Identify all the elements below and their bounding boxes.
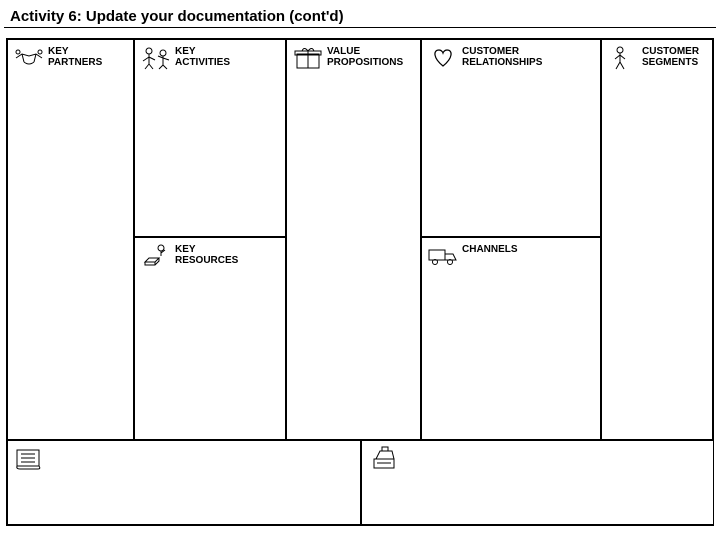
- label-customer-relationships: CUSTOMER RELATIONSHIPS: [462, 46, 596, 68]
- label-key-activities: KEY ACTIVITIES: [175, 46, 281, 68]
- label-key-partners: KEY PARTNERS: [48, 46, 129, 68]
- cell-value-propositions: VALUE PROPOSITIONS: [286, 39, 421, 440]
- title-rule: [4, 27, 716, 28]
- label-key-resources: KEY RESOURCES: [175, 244, 281, 266]
- truck-icon: [426, 242, 460, 268]
- label-customer-segments: CUSTOMER SEGMENTS: [642, 46, 708, 68]
- page-title: Activity 6: Update your documentation (c…: [0, 0, 720, 27]
- resources-icon: [139, 242, 173, 268]
- ledger-icon: [12, 445, 46, 471]
- business-model-canvas: KEY PARTNERS KEY ACTIVITIES KEY RESOURCE…: [6, 38, 714, 526]
- gift-icon: [291, 44, 325, 70]
- cell-customer-relationships: CUSTOMER RELATIONSHIPS: [421, 39, 601, 237]
- handshake-icon: [12, 44, 46, 70]
- cell-key-activities: KEY ACTIVITIES: [134, 39, 286, 237]
- label-channels: CHANNELS: [462, 244, 596, 255]
- cell-revenue-streams: [361, 440, 714, 525]
- cell-key-partners: KEY PARTNERS: [7, 39, 134, 440]
- cell-cost-structure: [7, 440, 361, 525]
- person-icon: [606, 44, 640, 70]
- cell-customer-segments: CUSTOMER SEGMENTS: [601, 39, 713, 440]
- cell-channels: CHANNELS: [421, 237, 601, 440]
- cash-register-icon: [366, 445, 400, 471]
- workers-icon: [139, 44, 173, 70]
- cell-key-resources: KEY RESOURCES: [134, 237, 286, 440]
- label-value-propositions: VALUE PROPOSITIONS: [327, 46, 416, 68]
- heart-icon: [426, 44, 460, 70]
